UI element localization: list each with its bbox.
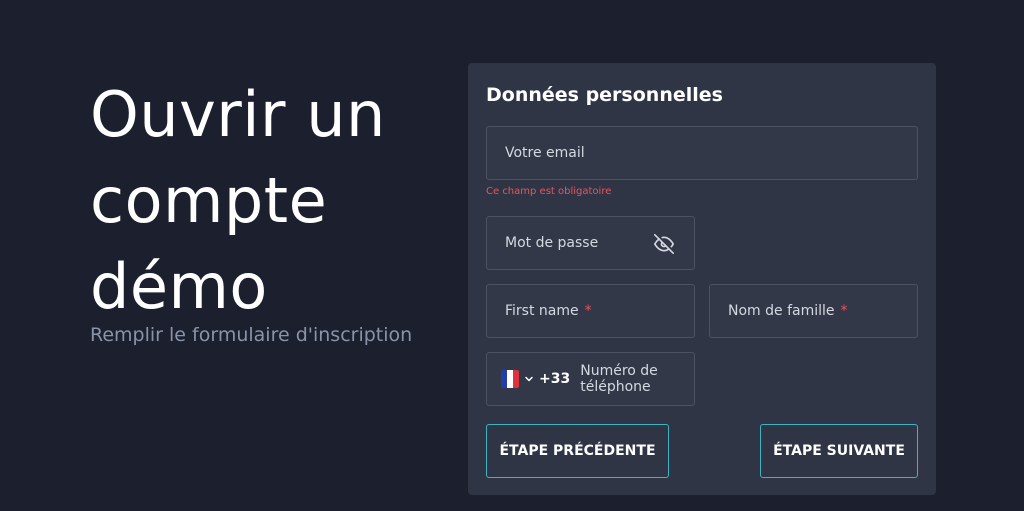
required-marker: * <box>840 303 848 319</box>
page-subtitle: Remplir le formulaire d'inscription <box>90 324 413 346</box>
form-title: Données personnelles <box>486 84 723 106</box>
last-name-placeholder: Nom de famille <box>728 303 835 319</box>
email-placeholder: Votre email <box>505 145 585 161</box>
phone-field[interactable]: +33 Numéro de téléphone <box>486 352 695 406</box>
first-name-field[interactable]: First name * <box>486 284 695 338</box>
chevron-down-icon[interactable] <box>523 373 535 385</box>
registration-form: Données personnelles Votre email Ce cham… <box>468 63 936 495</box>
required-marker: * <box>584 303 592 319</box>
previous-step-button[interactable]: ÉTAPE PRÉCÉDENTE <box>486 424 669 478</box>
page: Ouvrir un compte démo Remplir le formula… <box>0 0 1024 511</box>
email-error-message: Ce champ est obligatoire <box>486 186 612 197</box>
dial-code: +33 <box>539 371 571 387</box>
password-placeholder: Mot de passe <box>505 235 599 251</box>
eye-off-icon[interactable] <box>654 234 674 254</box>
page-title: Ouvrir un compte démo <box>90 78 386 323</box>
password-field[interactable]: Mot de passe <box>486 216 695 270</box>
phone-placeholder: Numéro de téléphone <box>580 363 658 395</box>
last-name-field[interactable]: Nom de famille * <box>709 284 918 338</box>
flag-france-icon[interactable] <box>501 370 519 388</box>
first-name-placeholder: First name <box>505 303 579 319</box>
next-step-button[interactable]: ÉTAPE SUIVANTE <box>760 424 918 478</box>
email-field[interactable]: Votre email <box>486 126 918 180</box>
